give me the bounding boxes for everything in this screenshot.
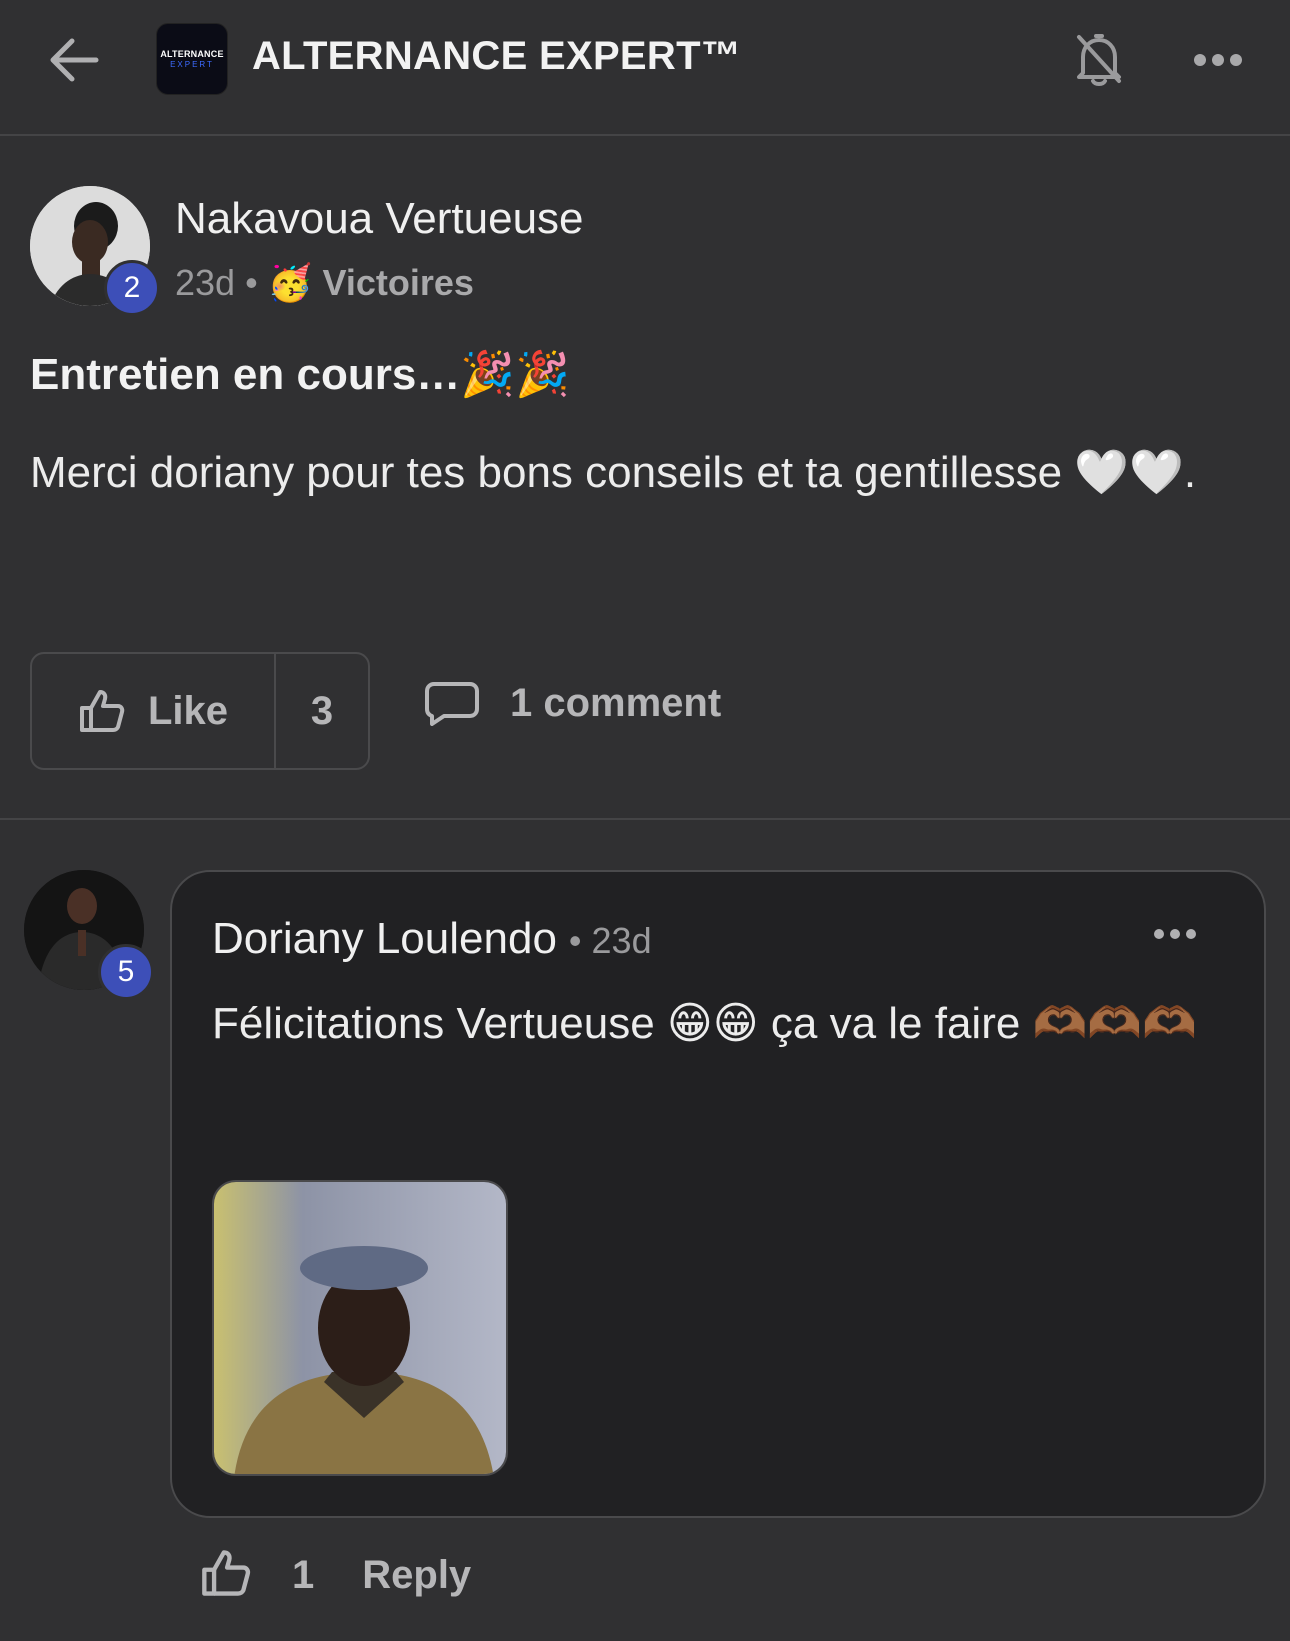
arrow-left-icon — [50, 38, 99, 82]
meta-separator: • — [245, 262, 258, 303]
more-horizontal-icon — [1194, 54, 1242, 66]
comment-bubble: Doriany Loulendo • 23d Félicitations Ver… — [170, 870, 1266, 1518]
gif-image — [214, 1182, 506, 1474]
more-horizontal-icon — [1154, 929, 1196, 939]
back-button[interactable] — [44, 30, 104, 90]
logo-text-line1: ALTERNANCE — [160, 49, 224, 59]
like-group: Like 3 — [30, 652, 370, 770]
post-meta: 23d • 🥳 Victoires — [175, 262, 474, 304]
post-author-name[interactable]: Nakavoua Vertueuse — [175, 194, 584, 244]
comment-header: Doriany Loulendo • 23d — [212, 914, 652, 964]
post-time: 23d — [175, 262, 236, 303]
post-body: Merci doriany pour tes bons conseils et … — [30, 448, 1197, 497]
thumbs-up-icon — [202, 1550, 251, 1596]
author-level-badge: 2 — [104, 260, 160, 316]
post-title: Entretien en cours…🎉🎉 — [30, 350, 570, 399]
post-category[interactable]: Victoires — [323, 262, 474, 304]
comment-text: Félicitations Vertueuse 😁😁 ça va le fair… — [212, 999, 1197, 1048]
comment-like-button[interactable] — [200, 1548, 252, 1603]
bell-off-icon — [1077, 34, 1121, 86]
group-logo[interactable]: ALTERNANCE EXPERT — [156, 23, 228, 95]
comment-icon — [425, 682, 479, 726]
notifications-button[interactable] — [1070, 28, 1128, 92]
comment-author-name[interactable]: Doriany Loulendo — [212, 914, 557, 964]
top-bar: ALTERNANCE EXPERT ALTERNANCE EXPERT™ — [0, 0, 1290, 136]
comment-more-button[interactable] — [1150, 922, 1200, 946]
logo-text-line2: EXPERT — [170, 60, 214, 69]
commenter-level-badge: 5 — [98, 944, 154, 1000]
category-emoji: 🥳 — [267, 262, 313, 303]
more-options-button[interactable] — [1188, 40, 1248, 80]
like-count[interactable]: 3 — [276, 654, 368, 768]
comments-button[interactable]: 1 comment — [424, 680, 721, 726]
like-button[interactable]: Like — [32, 654, 276, 768]
comment-time: • 23d — [568, 920, 652, 961]
comment-count-label: 1 comment — [510, 680, 722, 725]
group-title[interactable]: ALTERNANCE EXPERT™ — [252, 34, 741, 79]
divider — [0, 818, 1290, 820]
like-label: Like — [147, 688, 229, 733]
comment-like-count[interactable]: 1 — [292, 1553, 314, 1598]
reply-button[interactable]: Reply — [362, 1553, 471, 1598]
thumbs-up-icon — [79, 690, 125, 732]
comment-actions: 1 Reply — [200, 1548, 471, 1603]
comment-gif[interactable] — [212, 1180, 508, 1476]
